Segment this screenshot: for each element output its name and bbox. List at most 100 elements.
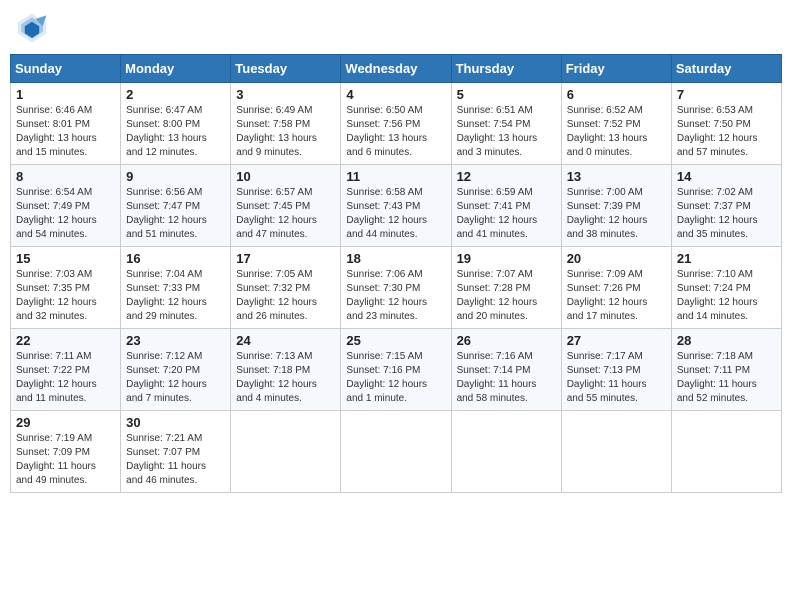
day-number: 10 — [236, 169, 335, 184]
day-detail: Sunrise: 7:09 AMSunset: 7:26 PMDaylight:… — [567, 268, 666, 324]
calendar-cell: 30 Sunrise: 7:21 AMSunset: 7:07 PMDayligh… — [121, 411, 231, 493]
day-detail: Sunrise: 6:51 AMSunset: 7:54 PMDaylight:… — [457, 104, 556, 160]
day-detail: Sunrise: 7:11 AMSunset: 7:22 PMDaylight:… — [16, 350, 115, 406]
calendar-week-row: 1 Sunrise: 6:46 AMSunset: 8:01 PMDaylight… — [11, 83, 782, 165]
weekday-header: Thursday — [451, 55, 561, 83]
day-detail: Sunrise: 7:07 AMSunset: 7:28 PMDaylight:… — [457, 268, 556, 324]
day-detail: Sunrise: 7:13 AMSunset: 7:18 PMDaylight:… — [236, 350, 335, 406]
weekday-header: Friday — [561, 55, 671, 83]
day-number: 3 — [236, 87, 335, 102]
day-number: 9 — [126, 169, 225, 184]
day-detail: Sunrise: 7:16 AMSunset: 7:14 PMDaylight:… — [457, 350, 556, 406]
weekday-header: Monday — [121, 55, 231, 83]
calendar-cell: 23 Sunrise: 7:12 AMSunset: 7:20 PMDayligh… — [121, 329, 231, 411]
weekday-header: Wednesday — [341, 55, 451, 83]
calendar-cell: 4 Sunrise: 6:50 AMSunset: 7:56 PMDaylight… — [341, 83, 451, 165]
day-number: 28 — [677, 333, 776, 348]
day-detail: Sunrise: 6:52 AMSunset: 7:52 PMDaylight:… — [567, 104, 666, 160]
calendar-cell: 6 Sunrise: 6:52 AMSunset: 7:52 PMDaylight… — [561, 83, 671, 165]
day-number: 6 — [567, 87, 666, 102]
day-number: 2 — [126, 87, 225, 102]
day-detail: Sunrise: 6:47 AMSunset: 8:00 PMDaylight:… — [126, 104, 225, 160]
day-detail: Sunrise: 6:57 AMSunset: 7:45 PMDaylight:… — [236, 186, 335, 242]
day-detail: Sunrise: 7:12 AMSunset: 7:20 PMDaylight:… — [126, 350, 225, 406]
day-number: 20 — [567, 251, 666, 266]
calendar-cell: 10 Sunrise: 6:57 AMSunset: 7:45 PMDayligh… — [231, 165, 341, 247]
day-detail: Sunrise: 7:21 AMSunset: 7:07 PMDaylight:… — [126, 432, 225, 488]
calendar-cell: 16Sunrise: 7:04 AMSunset: 7:33 PMDayligh… — [121, 247, 231, 329]
day-detail: Sunrise: 6:46 AMSunset: 8:01 PMDaylight:… — [16, 104, 115, 160]
calendar-table: SundayMondayTuesdayWednesdayThursdayFrid… — [10, 54, 782, 493]
calendar-cell: 19 Sunrise: 7:07 AMSunset: 7:28 PMDayligh… — [451, 247, 561, 329]
day-detail: Sunrise: 6:56 AMSunset: 7:47 PMDaylight:… — [126, 186, 225, 242]
day-number: 5 — [457, 87, 556, 102]
day-number: 11 — [346, 169, 445, 184]
day-detail: Sunrise: 7:15 AMSunset: 7:16 PMDaylight:… — [346, 350, 445, 406]
day-number: 16 — [126, 251, 225, 266]
page-header — [10, 10, 782, 46]
calendar-week-row: 8 Sunrise: 6:54 AMSunset: 7:49 PMDaylight… — [11, 165, 782, 247]
day-detail: Sunrise: 6:59 AMSunset: 7:41 PMDaylight:… — [457, 186, 556, 242]
calendar-cell: 9 Sunrise: 6:56 AMSunset: 7:47 PMDaylight… — [121, 165, 231, 247]
day-number: 18 — [346, 251, 445, 266]
day-number: 14 — [677, 169, 776, 184]
calendar-cell: 11Sunrise: 6:58 AMSunset: 7:43 PMDayligh… — [341, 165, 451, 247]
day-detail: Sunrise: 6:49 AMSunset: 7:58 PMDaylight:… — [236, 104, 335, 160]
day-detail: Sunrise: 7:10 AMSunset: 7:24 PMDaylight:… — [677, 268, 776, 324]
day-number: 22 — [16, 333, 115, 348]
day-number: 8 — [16, 169, 115, 184]
calendar-cell: 2 Sunrise: 6:47 AMSunset: 8:00 PMDaylight… — [121, 83, 231, 165]
calendar-cell: 26 Sunrise: 7:16 AMSunset: 7:14 PMDayligh… — [451, 329, 561, 411]
calendar-cell — [341, 411, 451, 493]
day-number: 12 — [457, 169, 556, 184]
day-number: 17 — [236, 251, 335, 266]
calendar-cell: 17 Sunrise: 7:05 AMSunset: 7:32 PMDayligh… — [231, 247, 341, 329]
calendar-cell: 22 Sunrise: 7:11 AMSunset: 7:22 PMDayligh… — [11, 329, 121, 411]
day-detail: Sunrise: 7:06 AMSunset: 7:30 PMDaylight:… — [346, 268, 445, 324]
calendar-cell: 20 Sunrise: 7:09 AMSunset: 7:26 PMDayligh… — [561, 247, 671, 329]
day-number: 23 — [126, 333, 225, 348]
calendar-cell: 12 Sunrise: 6:59 AMSunset: 7:41 PMDayligh… — [451, 165, 561, 247]
calendar-cell: 13 Sunrise: 7:00 AMSunset: 7:39 PMDayligh… — [561, 165, 671, 247]
day-number: 13 — [567, 169, 666, 184]
calendar-week-row: 29Sunrise: 7:19 AMSunset: 7:09 PMDayligh… — [11, 411, 782, 493]
calendar-cell: 28 Sunrise: 7:18 AMSunset: 7:11 PMDayligh… — [671, 329, 781, 411]
calendar-header: SundayMondayTuesdayWednesdayThursdayFrid… — [11, 55, 782, 83]
day-number: 1 — [16, 87, 115, 102]
day-number: 26 — [457, 333, 556, 348]
calendar-cell: 5 Sunrise: 6:51 AMSunset: 7:54 PMDaylight… — [451, 83, 561, 165]
calendar-cell — [451, 411, 561, 493]
calendar-cell: 7 Sunrise: 6:53 AMSunset: 7:50 PMDaylight… — [671, 83, 781, 165]
day-number: 24 — [236, 333, 335, 348]
day-number: 19 — [457, 251, 556, 266]
day-detail: Sunrise: 7:03 AMSunset: 7:35 PMDaylight:… — [16, 268, 115, 324]
day-number: 27 — [567, 333, 666, 348]
calendar-cell: 18 Sunrise: 7:06 AMSunset: 7:30 PMDayligh… — [341, 247, 451, 329]
weekday-header: Tuesday — [231, 55, 341, 83]
day-number: 30 — [126, 415, 225, 430]
day-number: 21 — [677, 251, 776, 266]
day-detail: Sunrise: 7:19 AMSunset: 7:09 PMDaylight:… — [16, 432, 115, 488]
day-detail: Sunrise: 7:18 AMSunset: 7:11 PMDaylight:… — [677, 350, 776, 406]
calendar-cell: 15Sunrise: 7:03 AMSunset: 7:35 PMDayligh… — [11, 247, 121, 329]
day-detail: Sunrise: 7:05 AMSunset: 7:32 PMDaylight:… — [236, 268, 335, 324]
day-detail: Sunrise: 6:50 AMSunset: 7:56 PMDaylight:… — [346, 104, 445, 160]
logo-icon — [14, 10, 50, 46]
calendar-cell — [671, 411, 781, 493]
day-detail: Sunrise: 7:17 AMSunset: 7:13 PMDaylight:… — [567, 350, 666, 406]
day-detail: Sunrise: 7:02 AMSunset: 7:37 PMDaylight:… — [677, 186, 776, 242]
day-number: 4 — [346, 87, 445, 102]
day-detail: Sunrise: 6:54 AMSunset: 7:49 PMDaylight:… — [16, 186, 115, 242]
weekday-header: Sunday — [11, 55, 121, 83]
calendar-week-row: 15Sunrise: 7:03 AMSunset: 7:35 PMDayligh… — [11, 247, 782, 329]
day-detail: Sunrise: 6:53 AMSunset: 7:50 PMDaylight:… — [677, 104, 776, 160]
calendar-cell — [561, 411, 671, 493]
logo — [14, 10, 54, 46]
day-detail: Sunrise: 7:00 AMSunset: 7:39 PMDaylight:… — [567, 186, 666, 242]
calendar-cell — [231, 411, 341, 493]
calendar-cell: 29Sunrise: 7:19 AMSunset: 7:09 PMDayligh… — [11, 411, 121, 493]
calendar-week-row: 22 Sunrise: 7:11 AMSunset: 7:22 PMDayligh… — [11, 329, 782, 411]
day-number: 7 — [677, 87, 776, 102]
calendar-cell: 8 Sunrise: 6:54 AMSunset: 7:49 PMDaylight… — [11, 165, 121, 247]
weekday-header: Saturday — [671, 55, 781, 83]
